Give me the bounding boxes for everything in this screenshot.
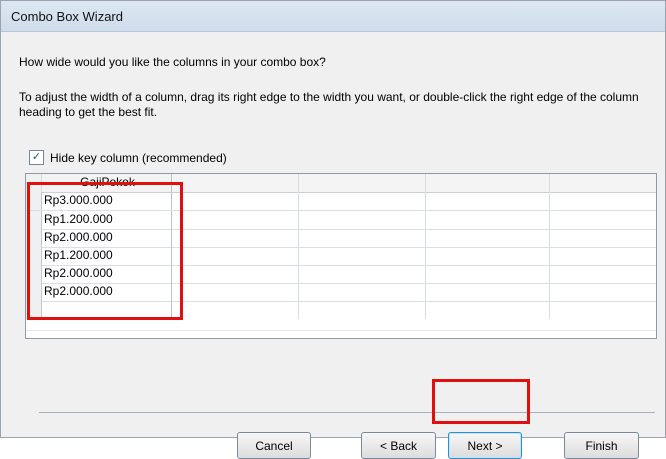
grid-header-empty-4 bbox=[426, 174, 550, 192]
empty-cell bbox=[172, 301, 299, 319]
empty-cell bbox=[172, 247, 299, 265]
empty-cell bbox=[426, 211, 550, 229]
empty-cell bbox=[299, 247, 426, 265]
empty-cell bbox=[550, 301, 656, 319]
empty-cell bbox=[550, 192, 656, 210]
empty-cell bbox=[299, 283, 426, 301]
empty-cell bbox=[550, 229, 656, 247]
empty-cell bbox=[299, 265, 426, 283]
empty-cell bbox=[299, 301, 426, 319]
empty-cell bbox=[299, 211, 426, 229]
empty-cell bbox=[172, 211, 299, 229]
empty-cell bbox=[172, 265, 299, 283]
wizard-instructions: To adjust the width of a column, drag it… bbox=[19, 90, 639, 119]
empty-cell bbox=[426, 192, 550, 210]
wizard-separator bbox=[39, 412, 655, 413]
empty-cell bbox=[550, 265, 656, 283]
hide-key-column-checkbox[interactable]: ✓ Hide key column (recommended) bbox=[29, 150, 227, 165]
empty-cell bbox=[172, 229, 299, 247]
wizard-question: How wide would you like the columns in y… bbox=[19, 55, 326, 69]
combo-box-wizard-window: Combo Box Wizard How wide would you like… bbox=[0, 0, 666, 459]
empty-cell bbox=[426, 247, 550, 265]
empty-cell bbox=[426, 229, 550, 247]
empty-cell bbox=[172, 283, 299, 301]
empty-cell bbox=[172, 192, 299, 210]
finish-button[interactable]: Finish bbox=[564, 432, 639, 459]
hide-key-column-label: Hide key column (recommended) bbox=[50, 150, 227, 165]
empty-cell bbox=[426, 283, 550, 301]
empty-cell bbox=[550, 211, 656, 229]
grid-highlight-box bbox=[27, 182, 183, 320]
grid-empty-area bbox=[26, 319, 656, 338]
grid-divider bbox=[26, 330, 656, 331]
empty-cell bbox=[299, 192, 426, 210]
grid-header-empty-5 bbox=[550, 174, 656, 192]
cancel-button[interactable]: Cancel bbox=[237, 432, 311, 459]
empty-cell bbox=[550, 283, 656, 301]
empty-cell bbox=[550, 247, 656, 265]
window-title: Combo Box Wizard bbox=[11, 9, 123, 24]
next-button-highlight-box bbox=[432, 379, 530, 424]
title-bar[interactable]: Combo Box Wizard bbox=[1, 1, 665, 32]
back-button[interactable]: < Back bbox=[361, 432, 436, 459]
grid-header-empty-2 bbox=[172, 174, 299, 192]
empty-cell bbox=[299, 229, 426, 247]
empty-cell bbox=[426, 301, 550, 319]
empty-cell bbox=[426, 265, 550, 283]
grid-header-empty-3 bbox=[299, 174, 426, 192]
checkbox-check-icon[interactable]: ✓ bbox=[29, 150, 44, 165]
next-button[interactable]: Next > bbox=[448, 432, 522, 459]
